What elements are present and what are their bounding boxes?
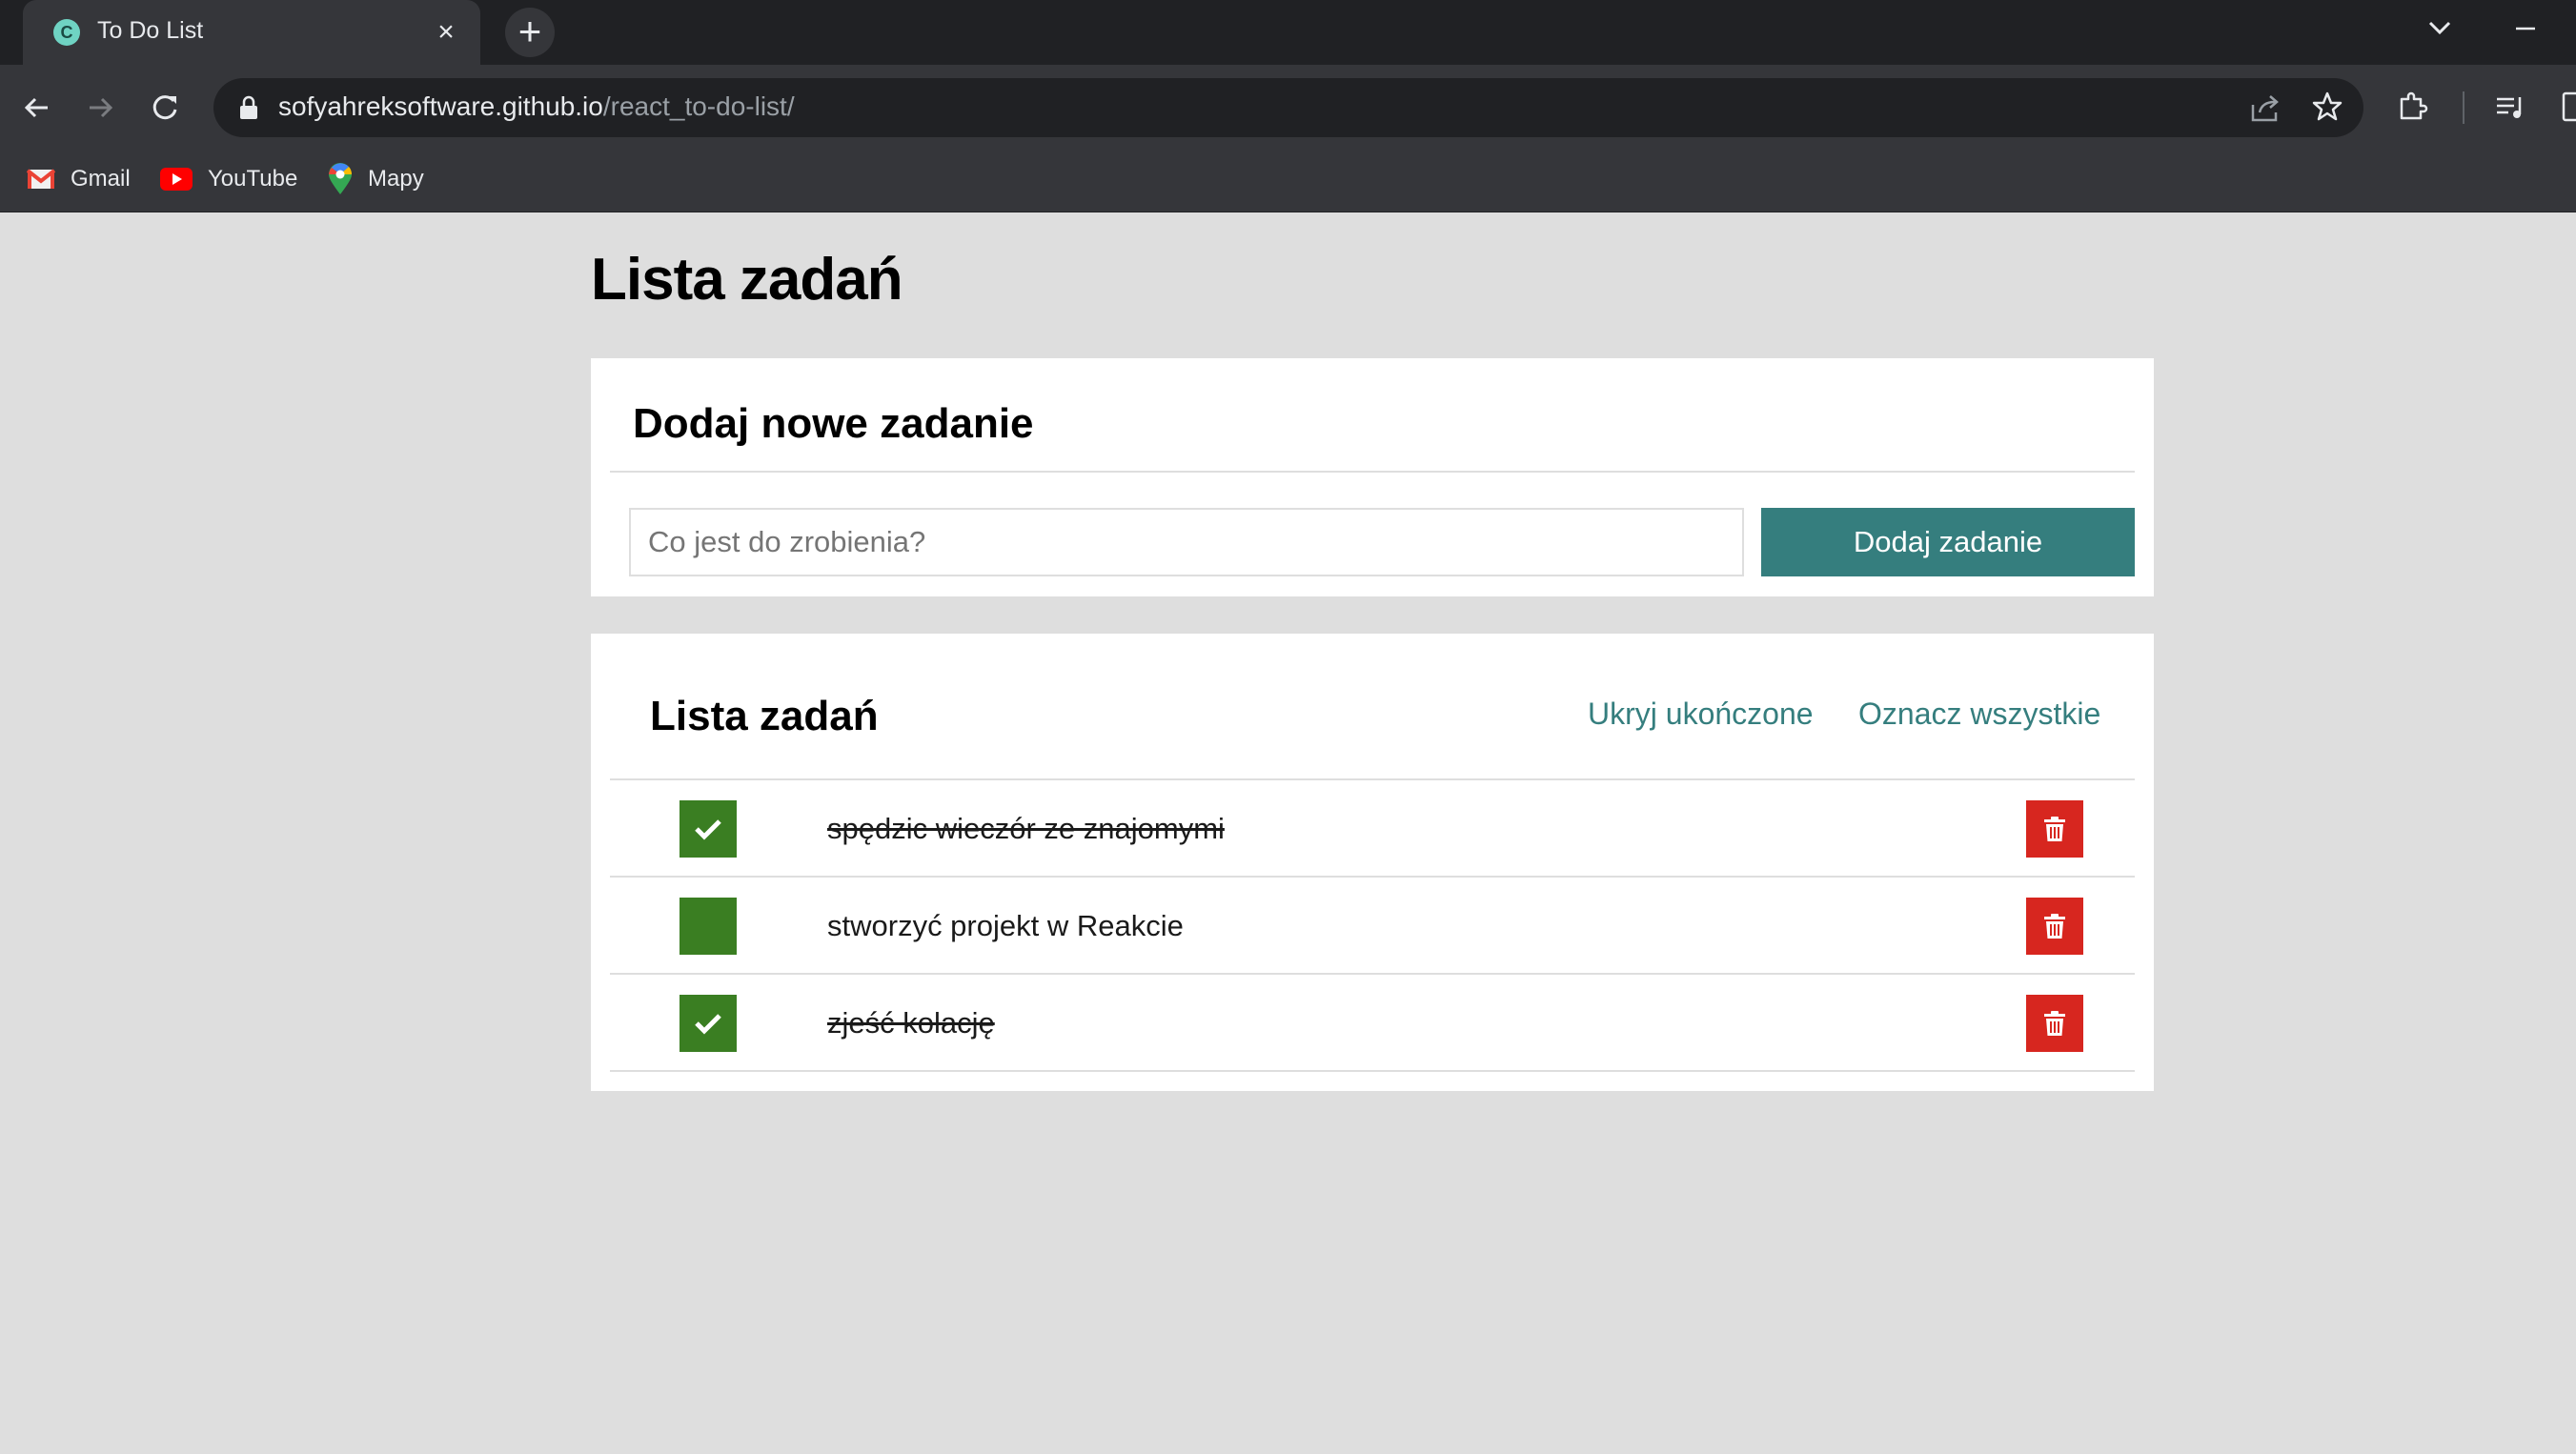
share-icon[interactable] — [2249, 91, 2282, 124]
bookmark-gmail[interactable]: Gmail — [27, 158, 131, 200]
bookmark-label: Gmail — [71, 166, 131, 192]
task-list-heading: Lista zadań — [650, 693, 879, 739]
task-delete-button[interactable] — [2026, 898, 2083, 955]
task-toggle-done-button[interactable] — [679, 898, 737, 955]
hide-done-button[interactable]: Ukryj ukończone — [1588, 697, 1814, 732]
checkmark-icon — [695, 819, 721, 840]
url-path: /react_to-do-list/ — [602, 91, 795, 121]
lock-icon[interactable] — [238, 95, 259, 120]
tab-favicon-icon: C — [53, 19, 80, 46]
task-content: stworzyć projekt w Reakcie — [827, 909, 1184, 942]
new-task-input[interactable] — [629, 508, 1744, 576]
task-item: zjeść kolację — [610, 975, 2135, 1072]
trash-icon — [2044, 914, 2065, 939]
task-delete-button[interactable] — [2026, 800, 2083, 858]
browser-toolbar: sofyahreksoftware.github.io/react_to-do-… — [0, 65, 2576, 149]
reload-icon[interactable] — [143, 86, 187, 130]
browser-tab-strip: C To Do List × + — [0, 0, 2576, 65]
media-controls-icon[interactable] — [2491, 88, 2529, 126]
back-icon[interactable] — [15, 86, 59, 130]
youtube-icon — [160, 168, 193, 191]
task-item: spędzic wieczór ze znajomymi — [610, 780, 2135, 878]
bookmark-youtube[interactable]: YouTube — [160, 158, 297, 200]
trash-icon — [2044, 1011, 2065, 1036]
bookmark-label: YouTube — [208, 166, 298, 192]
add-task-heading: Dodaj nowe zadanie — [633, 400, 1034, 447]
add-task-section: Dodaj nowe zadanie Dodaj zadanie — [591, 358, 2154, 596]
new-tab-button[interactable]: + — [505, 8, 555, 57]
section-divider — [610, 471, 2135, 473]
trash-icon — [2044, 817, 2065, 841]
page-title: Lista zadań — [591, 247, 903, 313]
tab-title: To Do List — [97, 17, 204, 44]
add-task-button[interactable]: Dodaj zadanie — [1761, 508, 2135, 576]
url-host: sofyahreksoftware.github.io — [278, 91, 603, 121]
maps-icon — [329, 163, 353, 194]
tab-search-icon[interactable] — [2421, 10, 2459, 48]
task-content: zjeść kolację — [827, 1006, 995, 1040]
toolbar-divider — [2463, 91, 2464, 124]
task-content: spędzic wieczór ze znajomymi — [827, 812, 1225, 845]
address-bar[interactable]: sofyahreksoftware.github.io/react_to-do-… — [213, 78, 2363, 137]
bookmark-label: Mapy — [368, 166, 424, 192]
bookmark-mapy[interactable]: Mapy — [328, 158, 424, 200]
side-panel-icon[interactable] — [2560, 90, 2576, 124]
bookmark-star-icon[interactable] — [2310, 90, 2344, 124]
task-toggle-done-button[interactable] — [679, 800, 737, 858]
minimize-icon[interactable] — [2506, 10, 2545, 48]
checkmark-icon — [695, 1014, 721, 1035]
task-list-section: Lista zadań Ukryj ukończone Oznacz wszys… — [591, 634, 2154, 1091]
task-delete-button[interactable] — [2026, 995, 2083, 1052]
browser-tab[interactable]: C To Do List × — [23, 0, 480, 65]
task-item: stworzyć projekt w Reakcie — [610, 878, 2135, 975]
url-text: sofyahreksoftware.github.io/react_to-do-… — [278, 91, 795, 122]
tab-close-icon[interactable]: × — [427, 13, 465, 51]
gmail-icon — [27, 169, 55, 189]
mark-all-done-button[interactable]: Oznacz wszystkie — [1858, 697, 2100, 732]
task-toggle-done-button[interactable] — [679, 995, 737, 1052]
extensions-icon[interactable] — [2394, 88, 2432, 126]
forward-icon[interactable] — [78, 86, 122, 130]
bookmarks-bar: Gmail YouTube Mapy — [0, 149, 2576, 212]
